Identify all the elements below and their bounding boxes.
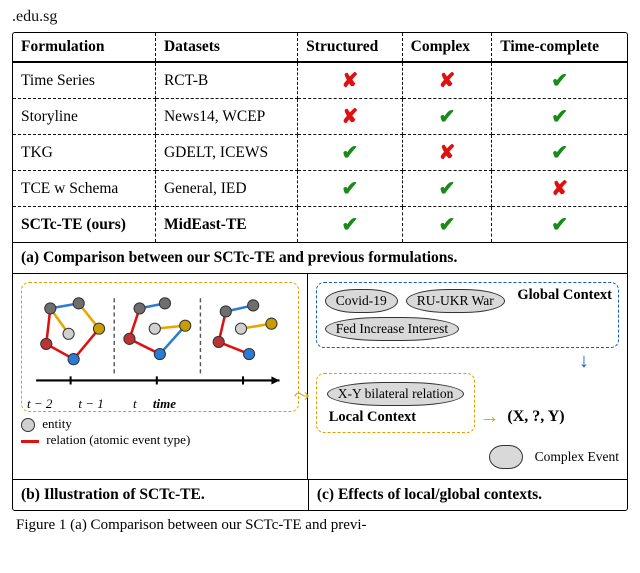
arrow-right-dashed-icon: ⤳ <box>294 384 310 406</box>
check-icon: ✔ <box>439 214 456 236</box>
arrow-right-icon: → <box>479 406 499 428</box>
page-header-url: .edu.sg <box>12 8 628 26</box>
cell-datasets: News14, WCEP <box>155 99 297 135</box>
table-row: Storyline News14, WCEP ✘ ✔ ✔ <box>13 99 627 135</box>
cross-icon: ✘ <box>439 142 456 164</box>
cell-formulation: Storyline <box>13 99 155 135</box>
cross-icon: ✘ <box>342 70 359 92</box>
check-icon: ✔ <box>551 70 568 92</box>
check-icon: ✔ <box>551 214 568 236</box>
col-structured: Structured <box>298 33 402 62</box>
cloud-icon: Fed Increase Interest <box>325 317 459 341</box>
cross-icon: ✘ <box>439 70 456 92</box>
legend-relation: relation (atomic event type) <box>46 432 190 447</box>
prediction-target: (X, ?, Y) <box>507 408 564 425</box>
legend: entity relation (atomic event type) <box>21 416 299 448</box>
col-formulation: Formulation <box>13 33 155 62</box>
check-icon: ✔ <box>439 106 456 128</box>
panel-c: Covid-19 RU-UKR War Global Context Fed I… <box>308 274 627 479</box>
comparison-table: Formulation Datasets Structured Complex … <box>13 33 627 242</box>
graph-frame-2 <box>124 298 191 360</box>
cell-datasets: MidEast-TE <box>155 207 297 243</box>
cloud-icon: Covid-19 <box>325 289 398 313</box>
col-datasets: Datasets <box>155 33 297 62</box>
cloud-icon: X-Y bilateral relation <box>327 382 465 406</box>
arrow-down-icon: ↓ <box>579 350 589 372</box>
temporal-graph-illustration <box>21 282 299 412</box>
figure-1: Formulation Datasets Structured Complex … <box>12 32 628 511</box>
check-icon: ✔ <box>342 178 359 200</box>
entity-dot-icon <box>21 418 35 432</box>
check-icon: ✔ <box>551 106 568 128</box>
legend-entity: entity <box>42 416 72 431</box>
check-icon: ✔ <box>439 178 456 200</box>
cell-formulation: TCE w Schema <box>13 171 155 207</box>
local-context-label: Local Context <box>329 409 416 426</box>
col-time-complete: Time-complete <box>492 33 627 62</box>
caption-b: (b) Illustration of SCTc-TE. <box>13 479 309 510</box>
check-icon: ✔ <box>342 214 359 236</box>
relation-line-icon <box>21 440 39 443</box>
global-context-label: Global Context <box>517 287 612 304</box>
cell-datasets: RCT-B <box>155 62 297 99</box>
cross-icon: ✘ <box>551 178 568 200</box>
figure-caption: Figure 1 (a) Comparison between our SCTc… <box>12 517 628 534</box>
caption-a: (a) Comparison between our SCTc-TE and p… <box>13 242 627 274</box>
caption-c: (c) Effects of local/global contexts. <box>309 479 627 510</box>
check-icon: ✔ <box>342 142 359 164</box>
table-row: SCTc-TE (ours) MidEast-TE ✔ ✔ ✔ <box>13 207 627 243</box>
panel-b: t − 2 t − 1 t time entity relation (atom… <box>13 274 308 479</box>
cloud-icon <box>489 445 522 469</box>
cloud-icon: RU-UKR War <box>406 289 505 313</box>
cell-datasets: General, IED <box>155 171 297 207</box>
table-row: TCE w Schema General, IED ✔ ✔ ✘ <box>13 171 627 207</box>
graph-frame-1 <box>41 298 105 365</box>
check-icon: ✔ <box>551 142 568 164</box>
table-row: Time Series RCT-B ✘ ✘ ✔ <box>13 62 627 99</box>
col-complex: Complex <box>402 33 492 62</box>
cell-datasets: GDELT, ICEWS <box>155 135 297 171</box>
cell-formulation: TKG <box>13 135 155 171</box>
graph-frame-3 <box>213 300 277 360</box>
cross-icon: ✘ <box>342 106 359 128</box>
global-context-box: Covid-19 RU-UKR War Global Context Fed I… <box>316 282 619 348</box>
table-row: TKG GDELT, ICEWS ✔ ✘ ✔ <box>13 135 627 171</box>
cell-formulation: SCTc-TE (ours) <box>13 207 155 243</box>
complex-event-label: Complex Event <box>535 449 619 465</box>
local-context-box: X-Y bilateral relation Local Context <box>316 373 476 433</box>
cell-formulation: Time Series <box>13 62 155 99</box>
